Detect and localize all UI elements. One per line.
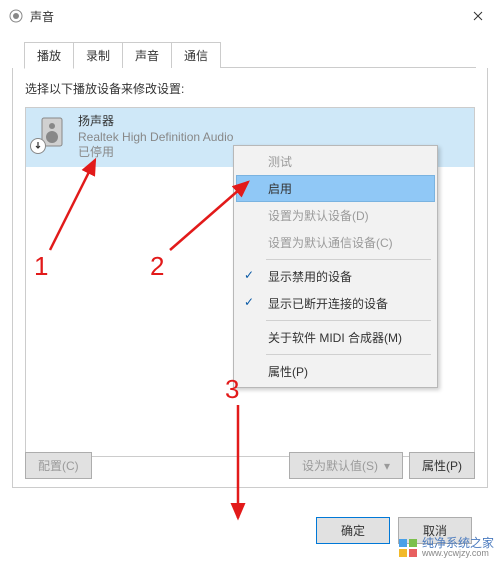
watermark-logo-icon — [398, 538, 418, 558]
check-icon: ✓ — [244, 295, 254, 309]
set-default-button[interactable]: 设为默认值(S)▾ — [289, 452, 403, 479]
context-menu: 测试 启用 设置为默认设备(D) 设置为默认通信设备(C) ✓ 显示禁用的设备 … — [233, 145, 438, 388]
device-status: 已停用 — [78, 145, 233, 161]
close-button[interactable] — [456, 0, 500, 32]
menu-about-midi[interactable]: 关于软件 MIDI 合成器(M) — [236, 324, 435, 351]
device-desc: Realtek High Definition Audio — [78, 130, 233, 146]
sound-icon — [8, 8, 24, 24]
watermark: 纯净系统之家 www.ycwjzy.com — [398, 537, 494, 558]
device-name: 扬声器 — [78, 114, 233, 130]
menu-show-disabled[interactable]: ✓ 显示禁用的设备 — [236, 263, 435, 290]
tab-playback[interactable]: 播放 — [24, 42, 74, 69]
menu-enable[interactable]: 启用 — [236, 175, 435, 202]
tab-sounds[interactable]: 声音 — [123, 42, 172, 68]
inner-button-row: 配置(C) 设为默认值(S)▾ 属性(P) — [25, 452, 475, 479]
instruction-text: 选择以下播放设备来修改设置: — [25, 80, 475, 97]
tabs: 播放 录制 声音 通信 — [12, 36, 488, 68]
configure-button[interactable]: 配置(C) — [25, 452, 92, 479]
menu-separator — [266, 320, 431, 321]
menu-separator — [266, 354, 431, 355]
tab-recording[interactable]: 录制 — [74, 42, 123, 68]
watermark-url: www.ycwjzy.com — [422, 549, 494, 558]
tab-communications[interactable]: 通信 — [172, 42, 221, 68]
ok-button[interactable]: 确定 — [316, 517, 390, 544]
properties-button[interactable]: 属性(P) — [409, 452, 475, 479]
disabled-overlay-icon — [30, 138, 46, 154]
menu-set-default: 设置为默认设备(D) — [236, 202, 435, 229]
menu-separator — [266, 259, 431, 260]
titlebar: 声音 — [0, 0, 500, 32]
chevron-down-icon: ▾ — [384, 459, 390, 473]
speaker-icon — [34, 114, 70, 150]
menu-show-disconnected[interactable]: ✓ 显示已断开连接的设备 — [236, 290, 435, 317]
menu-set-default-comm: 设置为默认通信设备(C) — [236, 229, 435, 256]
window-title: 声音 — [30, 8, 456, 25]
device-info: 扬声器 Realtek High Definition Audio 已停用 — [78, 114, 233, 161]
menu-properties[interactable]: 属性(P) — [236, 358, 435, 385]
menu-test: 测试 — [236, 148, 435, 175]
check-icon: ✓ — [244, 268, 254, 282]
